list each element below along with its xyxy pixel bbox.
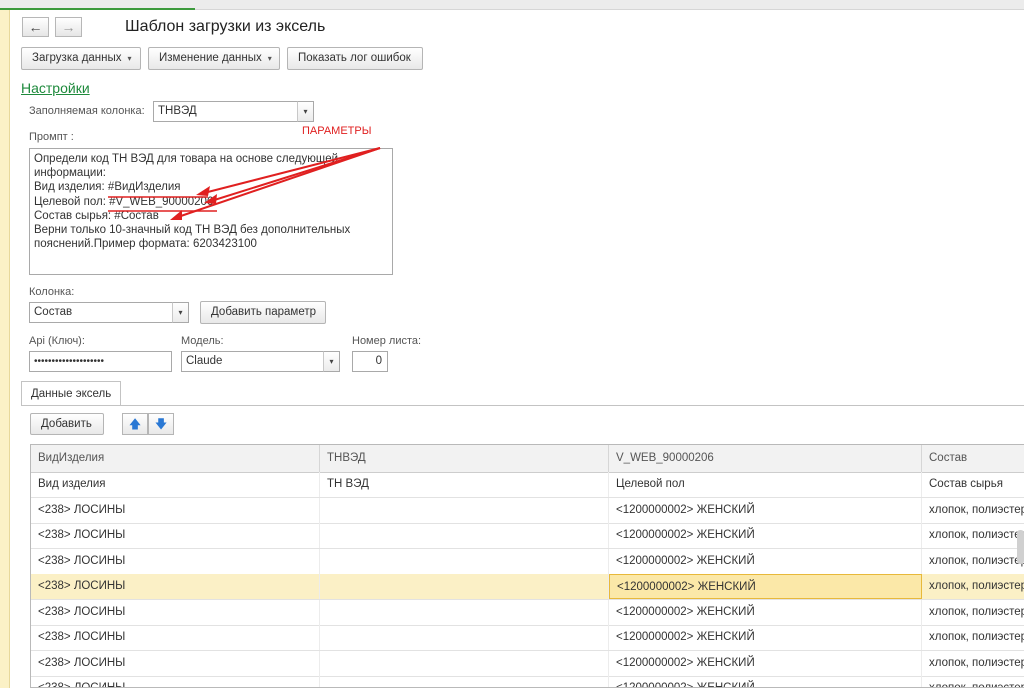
table-cell[interactable] <box>320 523 609 548</box>
table-cell[interactable]: Вид изделия <box>31 472 320 497</box>
arrow-right-icon: → <box>61 19 76 35</box>
table-row[interactable]: <238> ЛОСИНЫ <1200000002> ЖЕНСКИЙ хлопок, … <box>31 650 1024 677</box>
table-cell[interactable]: <238> ЛОСИНЫ <box>31 548 320 574</box>
page-title: Шаблон загрузки из эксель <box>125 18 326 35</box>
table-cell[interactable]: хлопок, полиэстер <box>922 549 1024 574</box>
table-row[interactable]: <238> ЛОСИНЫ <1200000002> ЖЕНСКИЙ хлопок, … <box>31 676 1024 687</box>
settings-link[interactable]: Настройки <box>21 80 90 96</box>
table-cell[interactable]: <238> ЛОСИНЫ <box>31 599 320 625</box>
column-label: Колонка: <box>29 286 75 298</box>
table-cell[interactable]: Состав сырья <box>922 472 1024 497</box>
table-cell[interactable]: <238> ЛОСИНЫ <box>31 676 320 687</box>
forward-button[interactable]: → <box>55 17 82 37</box>
table-cell[interactable]: хлопок, полиэстер <box>922 676 1024 687</box>
table-cell[interactable]: хлопок, полиэстер <box>922 498 1024 523</box>
load-data-menu-button[interactable]: Загрузка данных ▾ <box>21 47 141 70</box>
table-row[interactable]: <238> ЛОСИНЫ <1200000002> ЖЕНСКИЙ хлопок, … <box>31 625 1024 651</box>
table-cell[interactable] <box>320 599 609 625</box>
model-select[interactable]: Claude <box>181 351 324 372</box>
table-row[interactable]: <238> ЛОСИНЫ <1200000002> ЖЕНСКИЙ хлопок, … <box>31 523 1024 549</box>
column-header[interactable]: V_WEB_90000206 <box>609 445 922 472</box>
table-cell[interactable]: <1200000002> ЖЕНСКИЙ <box>609 650 922 676</box>
back-button[interactable]: ← <box>22 17 49 37</box>
window-top-strip <box>0 0 1024 10</box>
table-cell[interactable]: <238> ЛОСИНЫ <box>31 497 320 523</box>
table-cell[interactable]: <238> ЛОСИНЫ <box>31 523 320 548</box>
table-cell[interactable]: <238> ЛОСИНЫ <box>31 625 320 650</box>
api-key-label: Api (Ключ): <box>29 335 85 347</box>
column-header[interactable]: ВидИзделия <box>31 445 320 472</box>
move-down-button[interactable]: 🡇 <box>148 413 174 435</box>
column-select[interactable]: Состав <box>29 302 173 323</box>
model-label: Модель: <box>181 335 224 347</box>
table-cell[interactable]: ТН ВЭД <box>320 472 609 497</box>
chevron-down-icon[interactable]: ▾ <box>297 101 314 122</box>
table-cell[interactable]: <238> ЛОСИНЫ <box>31 574 320 599</box>
arrow-down-icon: 🡇 <box>154 417 168 431</box>
chevron-down-icon[interactable]: ▾ <box>323 351 340 372</box>
table-row[interactable]: <238> ЛОСИНЫ <1200000002> ЖЕНСКИЙ хлопок, … <box>31 574 1024 600</box>
left-panel-edge <box>0 10 10 688</box>
table-cell[interactable] <box>320 625 609 650</box>
table-cell[interactable] <box>320 574 609 599</box>
chevron-down-icon: ▾ <box>127 54 132 63</box>
load-data-label: Загрузка данных <box>32 52 122 64</box>
table-cell[interactable]: <238> ЛОСИНЫ <box>31 650 320 676</box>
table-cell[interactable]: Целевой пол <box>609 472 922 497</box>
table-cell[interactable] <box>320 650 609 676</box>
sheet-number-field[interactable]: 0 <box>352 351 388 372</box>
table-cell[interactable]: <1200000002> ЖЕНСКИЙ <box>609 625 922 650</box>
sheet-number-label: Номер листа: <box>352 335 422 347</box>
table-cell[interactable]: <1200000002> ЖЕНСКИЙ <box>609 676 922 687</box>
table-cell[interactable]: <1200000002> ЖЕНСКИЙ <box>609 523 922 548</box>
table-cell[interactable]: хлопок, полиэстер <box>922 523 1024 548</box>
chevron-down-icon: ▾ <box>267 54 272 63</box>
table-row[interactable]: <238> ЛОСИНЫ <1200000002> ЖЕНСКИЙ хлопок, … <box>31 599 1024 626</box>
table-cell[interactable]: <1200000002> ЖЕНСКИЙ <box>609 548 922 574</box>
arrow-left-icon: ← <box>28 19 43 35</box>
excel-data-table: ВидИзделия ТНВЭД V_WEB_90000206 Состав В… <box>30 444 1024 688</box>
change-data-menu-button[interactable]: Изменение данных ▾ <box>148 47 280 70</box>
table-cell[interactable]: хлопок, полиэстер <box>922 600 1024 625</box>
table-cell[interactable]: <1200000002> ЖЕНСКИЙ <box>609 599 922 625</box>
column-header[interactable]: ТНВЭД <box>320 445 609 472</box>
active-window-tab-marker <box>0 4 195 10</box>
fill-column-label: Заполняемая колонка: <box>29 105 145 117</box>
chevron-down-icon[interactable]: ▾ <box>172 302 189 323</box>
change-data-label: Изменение данных <box>159 52 262 64</box>
show-error-log-button[interactable]: Показать лог ошибок <box>287 47 423 70</box>
scrollbar[interactable] <box>1017 530 1024 564</box>
add-row-button[interactable]: Добавить <box>30 413 104 435</box>
arrow-up-icon: 🡅 <box>128 417 142 431</box>
annotation-label: ПАРАМЕТРЫ <box>302 125 372 137</box>
table-cell[interactable]: <1200000002> ЖЕНСКИЙ <box>609 574 922 599</box>
column-header[interactable]: Состав <box>922 445 1024 472</box>
table-cell[interactable] <box>320 676 609 687</box>
fill-column-select[interactable]: ТНВЭД <box>153 101 298 122</box>
table-cell[interactable]: хлопок, полиэстер <box>922 625 1024 650</box>
table-header: ВидИзделия ТНВЭД V_WEB_90000206 Состав <box>31 445 1024 473</box>
table-cell[interactable]: хлопок, полиэстер <box>922 651 1024 676</box>
move-up-button[interactable]: 🡅 <box>122 413 148 435</box>
tab-divider <box>21 405 1024 406</box>
table-cell[interactable] <box>320 548 609 574</box>
table-cell[interactable]: хлопок, полиэстер <box>922 574 1024 599</box>
table-row[interactable]: <238> ЛОСИНЫ <1200000002> ЖЕНСКИЙ хлопок, … <box>31 497 1024 524</box>
table-row[interactable]: Вид изделия ТН ВЭД Целевой пол Состав сырья <box>31 472 1024 498</box>
api-key-field[interactable]: •••••••••••••••••••• <box>29 351 172 372</box>
table-cell[interactable] <box>320 497 609 523</box>
prompt-label: Промпт : <box>29 131 74 143</box>
tab-excel-data[interactable]: Данные эксель <box>21 381 122 405</box>
table-row[interactable]: <238> ЛОСИНЫ <1200000002> ЖЕНСКИЙ хлопок, … <box>31 548 1024 575</box>
prompt-textarea[interactable]: Определи код ТН ВЭД для товара на основе… <box>29 148 393 275</box>
add-parameter-button[interactable]: Добавить параметр <box>200 301 326 324</box>
table-cell[interactable]: <1200000002> ЖЕНСКИЙ <box>609 497 922 523</box>
